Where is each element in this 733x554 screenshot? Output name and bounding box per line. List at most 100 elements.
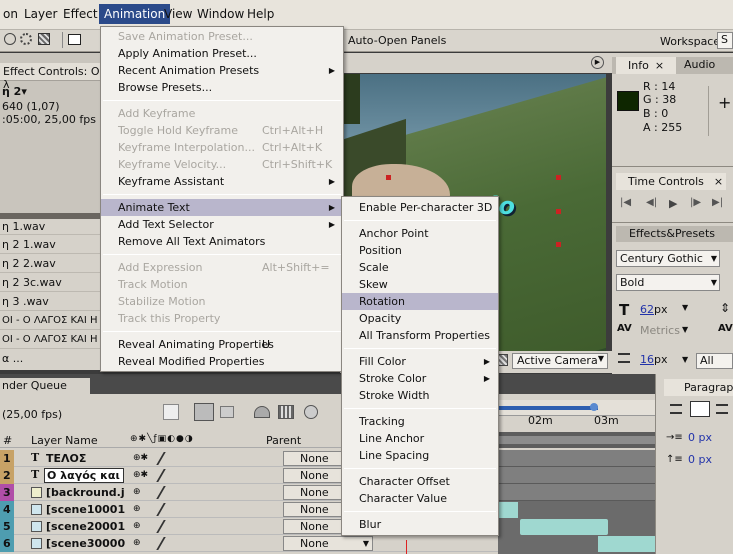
menu-effect[interactable]: Effect — [63, 7, 98, 21]
menu-item-add-keyframe[interactable]: Add Keyframe — [101, 105, 343, 122]
graph-editor-icon[interactable] — [304, 405, 318, 419]
layer-name[interactable]: [backround.j — [46, 486, 125, 499]
first-frame-icon[interactable]: |◀ — [620, 197, 631, 208]
frame-blending-icon[interactable] — [254, 406, 270, 418]
menu-item-browse-presets[interactable]: Browse Presets... — [101, 79, 343, 96]
transform-handle[interactable] — [556, 242, 561, 247]
prev-frame-icon[interactable]: ◀| — [646, 197, 657, 208]
align-right-icon[interactable] — [716, 404, 728, 414]
workspace-select[interactable]: S — [717, 32, 733, 49]
chevron-down-icon[interactable]: ▼ — [682, 303, 688, 312]
list-item[interactable]: η 2 3c.wav — [0, 273, 100, 292]
menu-view[interactable]: View — [164, 7, 192, 21]
list-item[interactable]: η 1.wav — [0, 219, 100, 235]
motion-blur-icon[interactable] — [278, 405, 294, 419]
menu-item-keyframe-assistant[interactable]: Keyframe Assistant ▶ — [101, 173, 343, 190]
menu-item-stabilize-motion[interactable]: Stabilize Motion — [101, 293, 343, 310]
layer-name[interactable]: Ο λαγός και η — [44, 468, 124, 483]
paragraph-tab[interactable]: Paragraph — [664, 379, 733, 396]
submenu-item-line-anchor[interactable]: Line Anchor — [342, 430, 498, 447]
layer-name[interactable]: ΤΕΛΟΣ — [46, 452, 86, 465]
play-icon[interactable]: ▶ — [669, 197, 677, 210]
layer-duration-bar[interactable] — [498, 484, 655, 501]
menu-item-keyframe-interpolation[interactable]: Keyframe Interpolation... Ctrl+Alt+K — [101, 139, 343, 156]
font-style-select[interactable]: Bold ▼ — [616, 274, 720, 291]
submenu-item-tracking[interactable]: Tracking — [342, 413, 498, 430]
col-parent[interactable]: Parent — [266, 434, 301, 447]
menu-item-apply-animation-preset[interactable]: Apply Animation Preset... — [101, 45, 343, 62]
track-tool-icon[interactable] — [20, 33, 32, 45]
menu-animation[interactable]: Animation — [99, 4, 171, 24]
col-layer-name[interactable]: Layer Name — [31, 434, 98, 447]
menu-item-add-text-selector[interactable]: Add Text Selector ▶ — [101, 216, 343, 233]
quality-switch-icon[interactable] — [156, 469, 177, 482]
chevron-down-icon[interactable]: ▼ — [682, 325, 688, 334]
layer-switches[interactable]: ⊕ — [133, 487, 141, 497]
quality-switch-icon[interactable] — [156, 452, 177, 465]
menu-item-track-motion[interactable]: Track Motion — [101, 276, 343, 293]
list-item[interactable]: η 2 1.wav — [0, 235, 100, 254]
effects-presets-tab[interactable]: Effects&Presets — [616, 226, 733, 242]
layer-duration-bar[interactable] — [498, 502, 518, 518]
submenu-item-rotation[interactable]: Rotation — [342, 293, 498, 310]
font-family-select[interactable]: Century Gothic ▼ — [616, 250, 720, 267]
space-before-value[interactable]: 0 px — [688, 453, 712, 466]
menu-on[interactable]: on — [3, 7, 18, 21]
timeline-zoom-bar[interactable] — [498, 436, 655, 444]
submenu-item-opacity[interactable]: Opacity — [342, 310, 498, 327]
draft-3d-icon[interactable] — [194, 403, 214, 421]
transform-handle[interactable] — [556, 209, 561, 214]
layer-duration-bar[interactable] — [598, 536, 655, 552]
submenu-item-line-spacing[interactable]: Line Spacing — [342, 447, 498, 464]
layer-switches[interactable]: ⊕ — [133, 521, 141, 531]
submenu-item-anchor-point[interactable]: Anchor Point — [342, 225, 498, 242]
list-item[interactable]: ΟΙ - Ο ΛΑΓΟΣ ΚΑΙ Η — [0, 330, 100, 349]
layer-name[interactable]: [scene20001 — [46, 520, 125, 533]
chevron-down-icon[interactable]: ▼ — [682, 355, 688, 364]
hide-shy-icon[interactable] — [220, 406, 234, 418]
layer-duration-bar[interactable] — [520, 519, 608, 535]
list-item[interactable]: α ... — [0, 349, 100, 368]
indent-left-value[interactable]: 0 px — [688, 431, 712, 444]
close-icon[interactable]: × — [655, 59, 664, 72]
time-ruler[interactable] — [498, 400, 655, 416]
menu-item-toggle-hold-keyframe[interactable]: Toggle Hold Keyframe Ctrl+Alt+H — [101, 122, 343, 139]
submenu-item-all-transform-properties[interactable]: All Transform Properties — [342, 327, 498, 344]
submenu-item-fill-color[interactable]: Fill Color ▶ — [342, 353, 498, 370]
pan-behind-icon[interactable] — [38, 33, 50, 45]
submenu-item-blur[interactable]: Blur — [342, 516, 498, 533]
submenu-item-position[interactable]: Position — [342, 242, 498, 259]
work-area-end-handle[interactable] — [590, 403, 598, 411]
submenu-item-character-offset[interactable]: Character Offset — [342, 473, 498, 490]
layer-switches[interactable]: ⊕ — [133, 504, 141, 514]
menu-item-animate-text[interactable]: Animate Text ▶ — [101, 199, 343, 216]
submenu-item-stroke-color[interactable]: Stroke Color ▶ — [342, 370, 498, 387]
comp-name[interactable]: η 2▾ — [2, 85, 27, 98]
menu-item-recent-animation-presets[interactable]: Recent Animation Presets ▶ — [101, 62, 343, 79]
transform-handle[interactable] — [386, 175, 391, 180]
submenu-item-skew[interactable]: Skew — [342, 276, 498, 293]
tab-info[interactable]: Info × — [616, 57, 676, 74]
current-time-indicator[interactable] — [406, 540, 407, 554]
close-icon[interactable]: × — [714, 175, 723, 188]
quality-switch-icon[interactable] — [156, 486, 177, 499]
quality-switch-icon[interactable] — [156, 503, 177, 516]
time-controls-tab[interactable]: Time Controls × — [616, 173, 726, 190]
quality-switch-icon[interactable] — [156, 520, 177, 533]
layer-name[interactable]: [scene30000 — [46, 537, 125, 550]
layer-switches[interactable]: ⊕✱ — [133, 453, 148, 463]
list-item[interactable]: η 2 2.wav — [0, 254, 100, 273]
orbit-tool-icon[interactable] — [4, 33, 16, 45]
menu-item-remove-all-text-animators[interactable]: Remove All Text Animators — [101, 233, 343, 250]
layer-switches[interactable]: ⊕✱ — [133, 470, 148, 480]
submenu-item-scale[interactable]: Scale — [342, 259, 498, 276]
submenu-item-enable-per-character-3d[interactable]: Enable Per-character 3D — [342, 199, 498, 216]
menu-window[interactable]: Window — [197, 7, 244, 21]
camera-select[interactable]: Active Camera ▼ — [512, 353, 608, 369]
effect-controls-tab[interactable]: Effect Controls: Ο λ — [0, 63, 100, 91]
submenu-item-character-value[interactable]: Character Value — [342, 490, 498, 507]
menu-item-keyframe-velocity[interactable]: Keyframe Velocity... Ctrl+Shift+K — [101, 156, 343, 173]
menu-item-add-expression[interactable]: Add Expression Alt+Shift+= — [101, 259, 343, 276]
tab-audio[interactable]: Audio — [684, 58, 715, 71]
kerning-value[interactable]: Metrics — [640, 324, 680, 337]
